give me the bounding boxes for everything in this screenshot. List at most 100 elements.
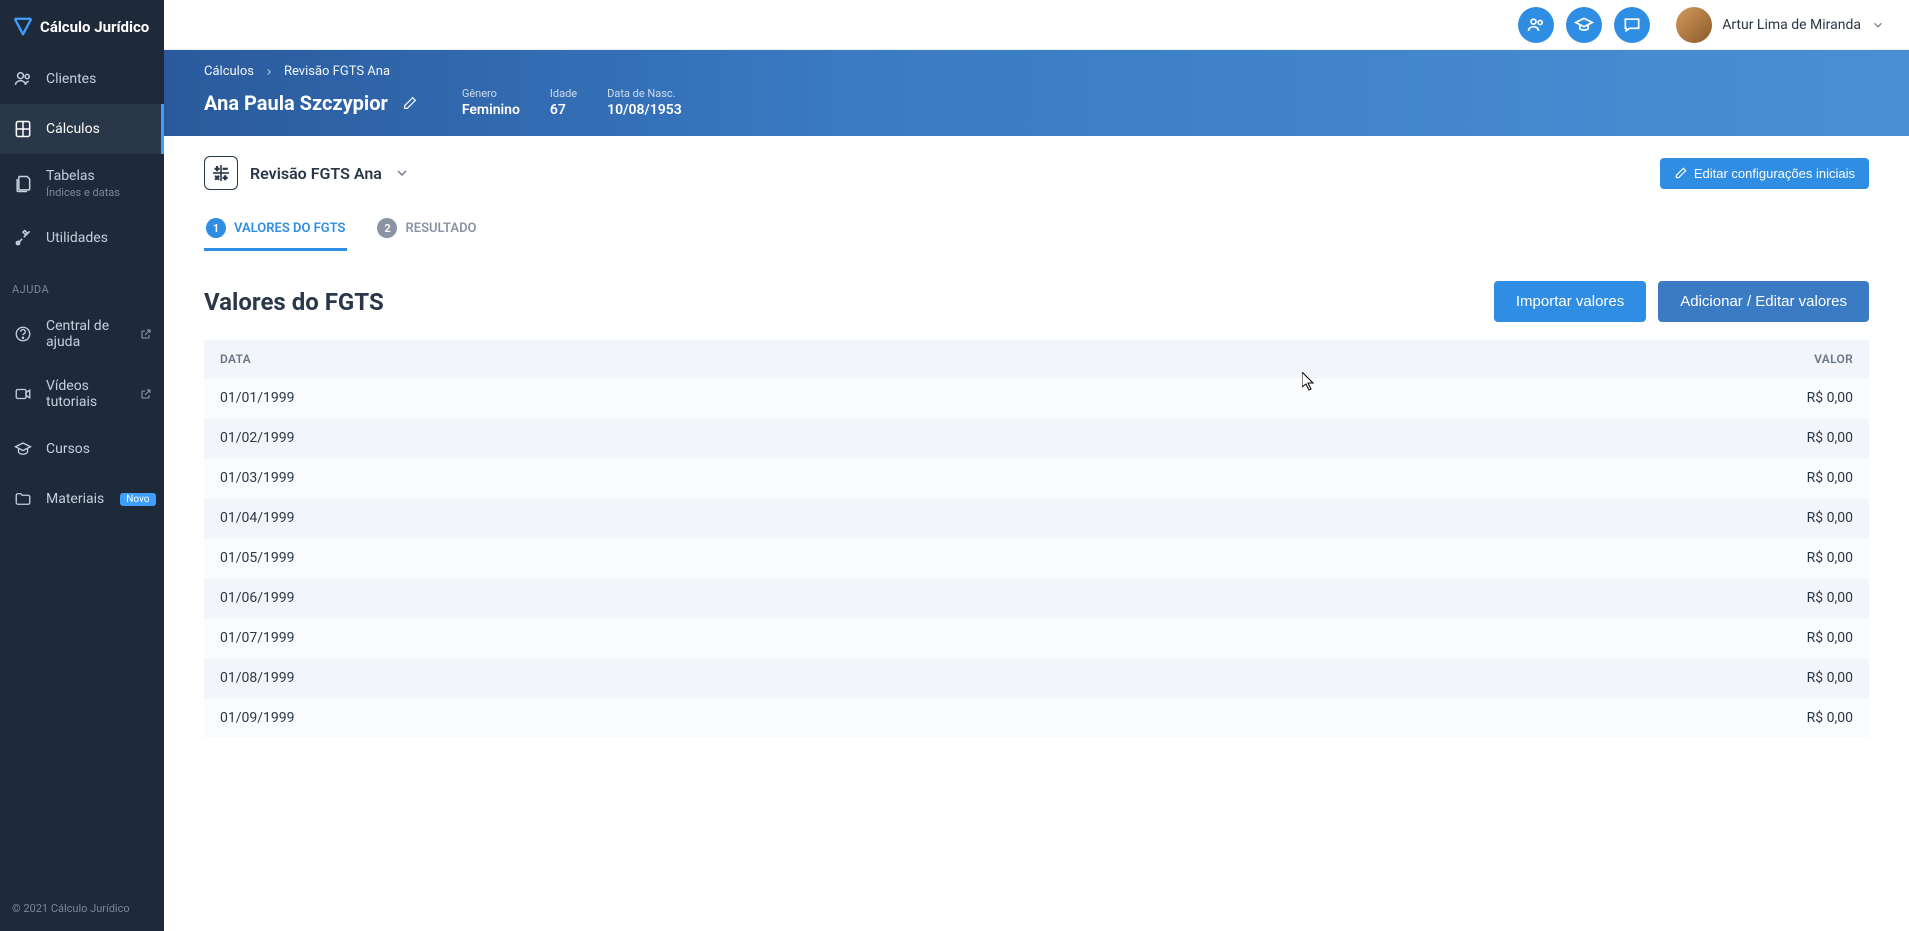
- meta-value: Feminino: [462, 102, 520, 118]
- breadcrumb-root[interactable]: Cálculos: [204, 64, 254, 79]
- cell-date: 01/05/1999: [220, 550, 295, 566]
- meta-label: Data de Nasc.: [607, 87, 682, 100]
- section-dropdown[interactable]: [394, 165, 410, 181]
- sidebar-item-label: Vídeos tutoriais: [46, 378, 128, 410]
- video-icon: [12, 383, 34, 405]
- sidebar: Cálculo Jurídico Clientes Cálculos: [0, 0, 164, 931]
- chevron-down-icon: [1871, 18, 1885, 32]
- cell-value: R$ 0,00: [1807, 390, 1853, 406]
- sidebar-item-videos[interactable]: Vídeos tutoriais: [0, 364, 164, 424]
- table-row[interactable]: 01/05/1999R$ 0,00: [204, 538, 1869, 578]
- fgts-table: DATA VALOR 01/01/1999R$ 0,0001/02/1999R$…: [204, 340, 1869, 738]
- sidebar-footer: © 2021 Cálculo Jurídico: [0, 886, 164, 931]
- svg-text:×: ×: [215, 174, 219, 182]
- table-row[interactable]: 01/06/1999R$ 0,00: [204, 578, 1869, 618]
- novo-badge: Novo: [120, 493, 155, 506]
- tab-valores-fgts[interactable]: 1 VALORES DO FGTS: [204, 208, 347, 251]
- cell-date: 01/08/1999: [220, 670, 295, 686]
- cell-date: 01/01/1999: [220, 390, 295, 406]
- cell-value: R$ 0,00: [1807, 430, 1853, 446]
- svg-text:÷: ÷: [223, 174, 227, 182]
- sidebar-item-label: Clientes: [46, 71, 96, 87]
- table-row[interactable]: 01/01/1999 R$ 0,00: [204, 378, 1869, 418]
- referral-button[interactable]: [1518, 7, 1554, 43]
- tab-resultado[interactable]: 2 RESULTADO: [375, 208, 478, 251]
- chat-button[interactable]: [1614, 7, 1650, 43]
- table-row[interactable]: 01/09/1999 R$ 0,00: [204, 698, 1869, 738]
- sidebar-item-utilidades[interactable]: Utilidades: [0, 213, 164, 263]
- edit-client-button[interactable]: [402, 95, 418, 111]
- cell-value: R$ 0,00: [1807, 710, 1853, 726]
- cell-date: 01/07/1999: [220, 630, 295, 646]
- files-icon: [12, 173, 34, 195]
- client-banner: Cálculos Revisão FGTS Ana Ana Paula Szcz…: [164, 50, 1909, 136]
- app-name: Cálculo Jurídico: [40, 18, 149, 36]
- meta-gender: Gênero Feminino: [462, 87, 520, 118]
- chevron-right-icon: [264, 67, 274, 77]
- help-section-label: AJUDA: [0, 263, 164, 304]
- external-link-icon: [140, 328, 152, 340]
- tab-number: 2: [377, 218, 397, 238]
- learn-button[interactable]: [1566, 7, 1602, 43]
- table-row[interactable]: 01/02/1999R$ 0,00: [204, 418, 1869, 458]
- sidebar-item-materiais[interactable]: Materiais Novo: [0, 474, 164, 524]
- table-row[interactable]: 01/03/1999 R$ 0,00: [204, 458, 1869, 498]
- external-link-icon: [140, 388, 152, 400]
- user-menu[interactable]: Artur Lima de Miranda: [1676, 7, 1885, 43]
- folder-icon: [12, 488, 34, 510]
- table-header: DATA VALOR: [204, 340, 1869, 378]
- meta-age: Idade 67: [550, 87, 577, 118]
- edit-config-button[interactable]: Editar configurações iniciais: [1660, 158, 1869, 189]
- users-icon: [12, 68, 34, 90]
- user-name: Artur Lima de Miranda: [1722, 17, 1861, 33]
- section-title: Revisão FGTS Ana: [250, 164, 382, 183]
- breadcrumb: Cálculos Revisão FGTS Ana: [204, 64, 1869, 79]
- table-body: 01/01/1999R$ 0,0001/02/1999R$ 0,0001/03/…: [204, 378, 1869, 738]
- table-row[interactable]: 01/04/1999 R$ 0,00: [204, 498, 1869, 538]
- topbar: Artur Lima de Miranda: [164, 0, 1909, 50]
- main-nav: Clientes Cálculos Tabelas Índices e data…: [0, 54, 164, 263]
- cell-value: R$ 0,00: [1807, 510, 1853, 526]
- sidebar-item-cursos[interactable]: Cursos: [0, 424, 164, 474]
- table-row[interactable]: 01/07/1999 R$ 0,00: [204, 618, 1869, 658]
- cell-value: R$ 0,00: [1807, 630, 1853, 646]
- meta-label: Idade: [550, 87, 577, 100]
- section-header: +−× ÷ Revisão FGTS Ana Editar configuraçõ…: [164, 136, 1909, 200]
- sidebar-item-label: Materiais: [46, 491, 104, 507]
- tab-label: RESULTADO: [405, 221, 476, 236]
- sidebar-item-help-center[interactable]: Central de ajuda: [0, 304, 164, 364]
- pencil-icon: [1674, 166, 1688, 180]
- cell-date: 01/03/1999: [220, 470, 295, 486]
- header-date: DATA: [220, 352, 251, 366]
- sidebar-item-label: Cursos: [46, 441, 90, 457]
- sidebar-item-clientes[interactable]: Clientes: [0, 54, 164, 104]
- sidebar-item-sublabel: Índices e datas: [46, 186, 120, 199]
- header-value: VALOR: [1814, 352, 1853, 366]
- sidebar-item-label: Tabelas: [46, 168, 120, 184]
- meta-dob: Data de Nasc. 10/08/1953: [607, 87, 682, 118]
- add-edit-values-button[interactable]: Adicionar / Editar valores: [1658, 281, 1869, 322]
- cell-value: R$ 0,00: [1807, 470, 1853, 486]
- svg-text:−: −: [223, 165, 227, 173]
- client-meta: Gênero Feminino Idade 67 Data de Nasc. 1…: [462, 87, 682, 118]
- import-values-button[interactable]: Importar valores: [1494, 281, 1646, 322]
- sidebar-item-tabelas[interactable]: Tabelas Índices e datas: [0, 154, 164, 213]
- main-area: Artur Lima de Miranda Cálculos Revisão F…: [164, 0, 1909, 931]
- tabs: 1 VALORES DO FGTS 2 RESULTADO: [164, 200, 1909, 251]
- logo[interactable]: Cálculo Jurídico: [0, 0, 164, 54]
- logo-icon: [12, 16, 34, 38]
- cell-value: R$ 0,00: [1807, 590, 1853, 606]
- button-label: Editar configurações iniciais: [1694, 166, 1855, 181]
- graduation-icon: [12, 438, 34, 460]
- sidebar-item-calculos[interactable]: Cálculos: [0, 104, 164, 154]
- content-area: Valores do FGTS Importar valores Adicion…: [164, 251, 1909, 931]
- cell-date: 01/09/1999: [220, 710, 295, 726]
- svg-text:+: +: [215, 165, 219, 173]
- meta-label: Gênero: [462, 87, 520, 100]
- table-row[interactable]: 01/08/1999R$ 0,00: [204, 658, 1869, 698]
- sidebar-item-label: Central de ajuda: [46, 318, 128, 350]
- cell-date: 01/04/1999: [220, 510, 295, 526]
- meta-value: 67: [550, 102, 577, 118]
- content-title: Valores do FGTS: [204, 288, 384, 316]
- client-name: Ana Paula Szczypior: [204, 91, 388, 115]
